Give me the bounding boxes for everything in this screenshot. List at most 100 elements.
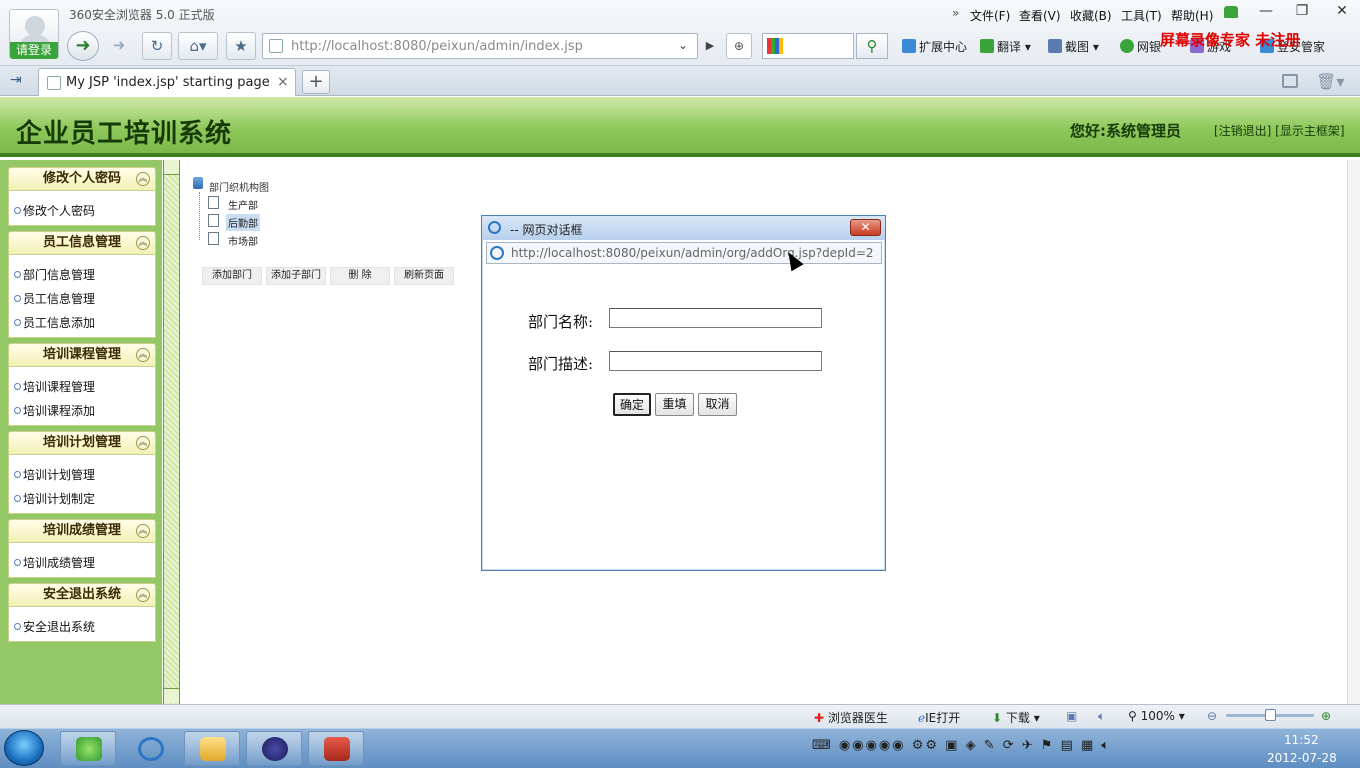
taskbar-eclipse[interactable] bbox=[246, 731, 302, 766]
add-subdept-button[interactable]: 添加子部门 bbox=[266, 267, 326, 285]
collapse-icon[interactable]: ︽ bbox=[136, 588, 150, 602]
tab-close-icon[interactable]: × bbox=[277, 74, 289, 90]
add-dept-dialog: -- 网页对话框 ✕ http://localhost:8080/peixun/… bbox=[481, 215, 886, 571]
delete-button[interactable]: 删 除 bbox=[330, 267, 390, 285]
download-button[interactable]: ⬇ 下载 ▾ bbox=[992, 709, 1040, 726]
address-dropdown-icon[interactable]: ⌄ bbox=[678, 38, 688, 52]
nav-body-course: 培训课程管理 培训课程添加 bbox=[8, 367, 156, 426]
window-icon[interactable]: ▣ bbox=[1066, 709, 1077, 723]
minimize-button[interactable]: — bbox=[1248, 0, 1284, 24]
taskbar-ie[interactable] bbox=[122, 731, 178, 766]
taskbar-360-browser[interactable] bbox=[60, 731, 116, 766]
nav-item-employee-add[interactable]: 员工信息添加 bbox=[13, 314, 95, 331]
address-text[interactable]: http://localhost:8080/peixun/admin/index… bbox=[291, 39, 583, 54]
vertical-scrollbar[interactable] bbox=[1347, 160, 1360, 704]
collapse-icon[interactable]: ︽ bbox=[136, 524, 150, 538]
ie-icon bbox=[488, 221, 501, 234]
tree-node-logistics[interactable]: 后勤部 bbox=[226, 214, 260, 231]
nav-item-change-password[interactable]: 修改个人密码 bbox=[13, 202, 95, 219]
nav-section-logout[interactable]: 安全退出系统 ︽ bbox=[8, 583, 156, 607]
collapse-icon[interactable]: ︽ bbox=[136, 236, 150, 250]
nav-section-password[interactable]: 修改个人密码 ︽ bbox=[8, 167, 156, 191]
collapse-icon[interactable]: ︽ bbox=[136, 436, 150, 450]
tab-index-page[interactable]: My JSP 'index.jsp' starting page × bbox=[38, 68, 296, 96]
system-tray[interactable]: ⌨ ◉◉◉◉◉ ⚙⚙ ▣ ◈ ✎ ⟳ ✈ ⚑ ▤ ▦ 🔈︎ bbox=[812, 738, 1111, 753]
netbank-button[interactable]: 网银 bbox=[1120, 38, 1161, 55]
menu-favorites[interactable]: 收藏(B) bbox=[1070, 7, 1112, 24]
refresh-page-button[interactable]: 刷新页面 bbox=[394, 267, 454, 285]
menu-file[interactable]: 文件(F) bbox=[970, 7, 1010, 24]
nav-item-employee-manage[interactable]: 员工信息管理 bbox=[13, 290, 95, 307]
security-shield-button[interactable]: ⊕ bbox=[726, 33, 752, 59]
nav-section-course[interactable]: 培训课程管理 ︽ bbox=[8, 343, 156, 367]
dept-desc-input[interactable] bbox=[609, 351, 822, 371]
nav-section-employee[interactable]: 员工信息管理 ︽ bbox=[8, 231, 156, 255]
skin-icon[interactable] bbox=[1224, 6, 1238, 18]
header-links[interactable]: [注销退出] [显示主框架] bbox=[1214, 122, 1345, 139]
search-engine-icon[interactable] bbox=[767, 38, 783, 54]
dept-name-input[interactable] bbox=[609, 308, 822, 328]
zoom-slider-thumb[interactable] bbox=[1265, 709, 1276, 721]
clock-date[interactable]: 2012-07-28 bbox=[1267, 751, 1337, 765]
login-button[interactable]: 请登录 bbox=[10, 42, 58, 59]
search-input[interactable] bbox=[762, 33, 854, 59]
collapse-icon[interactable]: ︽ bbox=[136, 348, 150, 362]
dialog-titlebar[interactable]: -- 网页对话框 ✕ bbox=[482, 216, 885, 240]
nav-body-employee: 部门信息管理 员工信息管理 员工信息添加 bbox=[8, 255, 156, 338]
menu-view[interactable]: 查看(V) bbox=[1019, 7, 1061, 24]
zoom-out-icon[interactable]: ⊖ bbox=[1207, 709, 1217, 723]
tree-node-production[interactable]: 生产部 bbox=[228, 197, 258, 212]
restore-button[interactable]: ❐ bbox=[1284, 0, 1320, 24]
tree-node-market[interactable]: 市场部 bbox=[228, 233, 258, 248]
org-tree-root[interactable]: 部门织机构图 bbox=[209, 179, 269, 194]
nav-body-score: 培训成绩管理 bbox=[8, 543, 156, 578]
forward-button[interactable]: ➜ bbox=[104, 32, 134, 60]
zoom-in-icon[interactable]: ⊕ bbox=[1321, 709, 1331, 723]
tree-connector bbox=[199, 192, 200, 240]
dialog-close-button[interactable]: ✕ bbox=[850, 219, 881, 236]
refresh-button[interactable]: ↻ bbox=[142, 32, 172, 60]
nav-item-plan-manage[interactable]: 培训计划管理 bbox=[13, 466, 95, 483]
go-button[interactable]: ▶ bbox=[700, 33, 720, 59]
taskbar-explorer[interactable] bbox=[184, 731, 240, 766]
menu-help[interactable]: 帮助(H) bbox=[1171, 7, 1213, 24]
clock-time[interactable]: 11:52 bbox=[1284, 733, 1319, 747]
tab-list-icon[interactable] bbox=[1282, 74, 1298, 88]
screenshot-button[interactable]: 截图 ▾ bbox=[1048, 38, 1099, 55]
menu-chevron-icon[interactable]: » bbox=[952, 6, 959, 20]
trash-icon[interactable]: 🗑︎▾ bbox=[1316, 72, 1344, 91]
extensions-button[interactable]: 扩展中心 bbox=[902, 38, 967, 55]
translate-button[interactable]: 翻译 ▾ bbox=[980, 38, 1031, 55]
confirm-button[interactable]: 确定 bbox=[613, 393, 651, 416]
volume-icon[interactable]: 🔈︎ bbox=[1098, 709, 1105, 724]
dialog-url-text: http://localhost:8080/peixun/admin/org/a… bbox=[511, 246, 874, 260]
collapse-icon[interactable]: ︽ bbox=[136, 172, 150, 186]
nav-section-plan[interactable]: 培训计划管理 ︽ bbox=[8, 431, 156, 455]
zoom-level[interactable]: ⚲ 100% ▾ bbox=[1128, 709, 1185, 723]
ie-open-button[interactable]: ℯIE打开 bbox=[918, 709, 960, 726]
nav-item-plan-create[interactable]: 培训计划制定 bbox=[13, 490, 95, 507]
nav-item-logout[interactable]: 安全退出系统 bbox=[13, 618, 95, 635]
nav-item-course-add[interactable]: 培训课程添加 bbox=[13, 402, 95, 419]
frame-splitter[interactable] bbox=[163, 160, 180, 704]
favorite-star-button[interactable]: ★ bbox=[226, 32, 256, 60]
page-favicon-icon bbox=[269, 39, 283, 53]
nav-item-dept-manage[interactable]: 部门信息管理 bbox=[13, 266, 95, 283]
new-tab-button[interactable]: + bbox=[302, 70, 330, 94]
home-button[interactable]: ⌂▾ bbox=[178, 32, 218, 60]
nav-item-score-manage[interactable]: 培训成绩管理 bbox=[13, 554, 95, 571]
sidebar-toggle-icon[interactable]: ⇥ bbox=[10, 72, 22, 88]
add-dept-button[interactable]: 添加部门 bbox=[202, 267, 262, 285]
search-button[interactable]: ⚲ bbox=[856, 33, 888, 59]
back-button[interactable]: ➜ bbox=[67, 31, 99, 61]
reset-button[interactable]: 重填 bbox=[655, 393, 694, 416]
browser-doctor-button[interactable]: ✚ 浏览器医生 bbox=[814, 709, 888, 726]
start-button[interactable] bbox=[4, 730, 44, 766]
taskbar-toolbox[interactable] bbox=[308, 731, 364, 766]
nav-item-course-manage[interactable]: 培训课程管理 bbox=[13, 378, 95, 395]
menu-tools[interactable]: 工具(T) bbox=[1121, 7, 1162, 24]
window-close-button[interactable]: ✕ bbox=[1324, 0, 1360, 24]
cancel-button[interactable]: 取消 bbox=[698, 393, 737, 416]
address-bar[interactable]: http://localhost:8080/peixun/admin/index… bbox=[262, 33, 698, 59]
nav-section-score[interactable]: 培训成绩管理 ︽ bbox=[8, 519, 156, 543]
